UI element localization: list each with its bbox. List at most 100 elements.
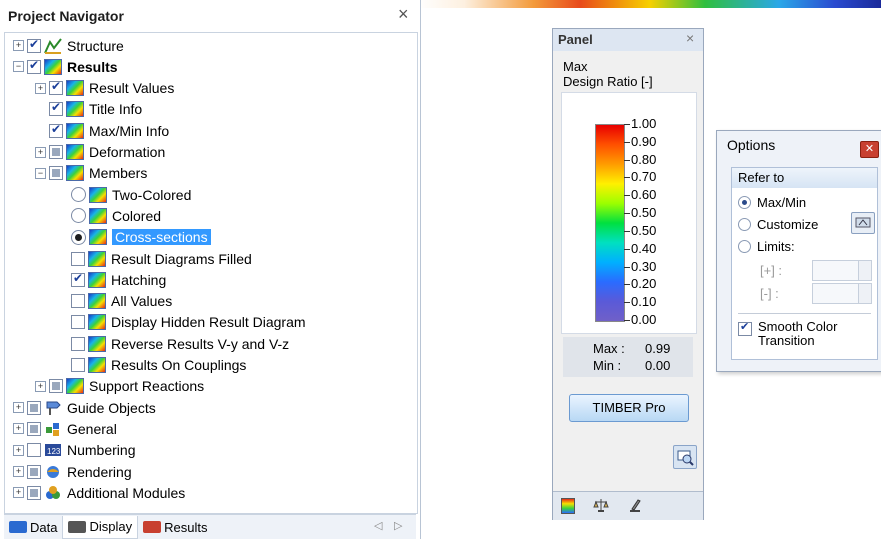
scale-tick-mark <box>624 248 630 250</box>
nav-tab-display[interactable]: Display <box>62 515 139 539</box>
tree-item[interactable]: Max/Min Info <box>35 120 169 141</box>
tree-item[interactable]: + General <box>13 418 117 439</box>
radio-customize-indicator[interactable] <box>738 218 751 231</box>
tree-checkbox[interactable] <box>27 400 41 415</box>
scale-tick-mark <box>624 141 630 143</box>
expand-icon[interactable]: + <box>13 444 24 456</box>
tree-item[interactable]: Colored <box>57 205 161 226</box>
nav-tab-data[interactable]: Data <box>4 516 62 538</box>
tree-checkbox[interactable] <box>49 379 63 394</box>
results-tab-icon <box>143 521 162 533</box>
tree-checkbox[interactable] <box>27 443 41 458</box>
refer-to-label: Refer to <box>738 170 785 185</box>
tree-checkbox[interactable] <box>27 485 41 500</box>
limit-minus-spinner[interactable] <box>812 283 872 304</box>
expand-icon[interactable]: + <box>13 402 24 414</box>
panel-tab-bar <box>553 491 703 520</box>
tree-radio[interactable] <box>71 208 86 224</box>
options-close-button[interactable]: ✕ <box>860 141 879 158</box>
options-title: Options <box>727 137 776 153</box>
tree-item[interactable]: + Structure <box>13 35 124 56</box>
tree-checkbox[interactable] <box>71 271 85 287</box>
limit-plus-spinner[interactable] <box>812 260 872 281</box>
scroll-left-icon[interactable]: ◁ <box>374 519 382 532</box>
tree-item[interactable]: + Additional Modules <box>13 482 185 503</box>
tree-checkbox[interactable] <box>71 251 85 266</box>
tree-checkbox[interactable] <box>49 100 63 117</box>
expand-icon[interactable]: + <box>13 423 24 435</box>
collapse-icon[interactable]: − <box>35 167 46 179</box>
tree-item[interactable]: All Values <box>57 291 172 312</box>
scale-tick-mark <box>624 177 630 179</box>
tree-item[interactable]: + Deformation <box>35 142 165 163</box>
tree-item[interactable]: Results On Couplings <box>57 355 246 376</box>
results-icon <box>66 122 84 139</box>
tree-item[interactable]: + Support Reactions <box>35 376 204 397</box>
scale-tick-mark <box>624 284 630 286</box>
tree-item[interactable]: Two-Colored <box>57 184 191 205</box>
tree-radio[interactable] <box>71 229 86 245</box>
tree-radio[interactable] <box>71 187 86 203</box>
expand-icon[interactable]: + <box>13 466 24 477</box>
expand-icon[interactable]: + <box>35 380 46 392</box>
tree-item[interactable]: Title Info <box>35 99 142 120</box>
radio-limits[interactable]: Limits: <box>738 239 795 254</box>
scroll-right-icon[interactable]: ▷ <box>394 519 402 532</box>
scale-tick-mark <box>624 230 630 232</box>
radio-maxmin[interactable]: Max/Min <box>738 195 806 210</box>
filter-icon[interactable] <box>627 497 643 516</box>
tree-checkbox[interactable] <box>27 58 41 74</box>
tree-item-label: Cross-sections <box>112 229 211 246</box>
tree-item-label: Structure <box>67 37 124 54</box>
tree-checkbox[interactable] <box>49 166 63 181</box>
tree-item-label: Result Values <box>89 80 175 97</box>
zoom-icon[interactable] <box>673 445 697 469</box>
tree-item[interactable]: Cross-sections <box>57 227 211 248</box>
tree-checkbox[interactable] <box>27 37 41 53</box>
tree-item[interactable]: − Members <box>35 163 147 184</box>
radio-customize[interactable]: Customize <box>738 217 818 232</box>
nav-tab-label: Data <box>30 519 58 535</box>
tree-item[interactable]: + Result Values <box>35 78 174 99</box>
min-value: 0.00 <box>645 358 671 373</box>
panel-close-button[interactable]: × <box>686 30 694 46</box>
tree-item[interactable]: Reverse Results V-y and V-z <box>57 333 289 354</box>
tree-item[interactable]: Display Hidden Result Diagram <box>57 312 306 333</box>
tree-item-label: Display Hidden Result Diagram <box>111 314 306 331</box>
tree-item[interactable]: + Rendering <box>13 461 132 482</box>
navigator-close-button[interactable]: × <box>398 4 409 25</box>
timber-pro-button[interactable]: TIMBER Pro <box>569 394 689 422</box>
tree-checkbox[interactable] <box>27 464 41 479</box>
radio-limits-indicator[interactable] <box>738 240 751 253</box>
tree-item[interactable]: Hatching <box>57 269 166 290</box>
tree-checkbox[interactable] <box>71 358 85 372</box>
collapse-icon[interactable]: − <box>13 61 24 73</box>
tree-checkbox[interactable] <box>27 421 41 436</box>
tree-item[interactable]: +123 Numbering <box>13 440 135 461</box>
balance-icon[interactable] <box>593 497 609 516</box>
color-scale-icon[interactable] <box>561 498 575 514</box>
tree-item[interactable]: Result Diagrams Filled <box>57 248 252 269</box>
tree-checkbox[interactable] <box>71 315 85 330</box>
tree-checkbox[interactable] <box>71 294 85 309</box>
nav-tab-results[interactable]: Results <box>138 516 212 538</box>
tree-checkbox[interactable] <box>49 79 63 96</box>
expand-icon[interactable]: + <box>35 146 46 158</box>
tree-item-label: Results On Couplings <box>111 357 247 373</box>
panel-heading-line1: Max <box>563 59 588 74</box>
tree-checkbox[interactable] <box>49 145 63 159</box>
expand-icon[interactable]: + <box>35 82 46 94</box>
tree-item-label: Numbering <box>67 442 136 459</box>
expand-icon[interactable]: + <box>13 487 24 499</box>
tree-item[interactable]: + Guide Objects <box>13 397 156 418</box>
tree-item[interactable]: − Results <box>13 56 118 77</box>
tree-checkbox[interactable] <box>49 122 63 138</box>
tree-item-label: Rendering <box>67 463 132 480</box>
smooth-transition-checkbox[interactable] <box>738 320 752 336</box>
results-icon <box>89 229 107 246</box>
smooth-transition-row[interactable]: Smooth Color Transition <box>738 320 837 348</box>
tree-checkbox[interactable] <box>71 336 85 351</box>
customize-edit-icon[interactable] <box>851 212 875 234</box>
expand-icon[interactable]: + <box>13 40 24 51</box>
radio-maxmin-indicator[interactable] <box>738 196 751 209</box>
